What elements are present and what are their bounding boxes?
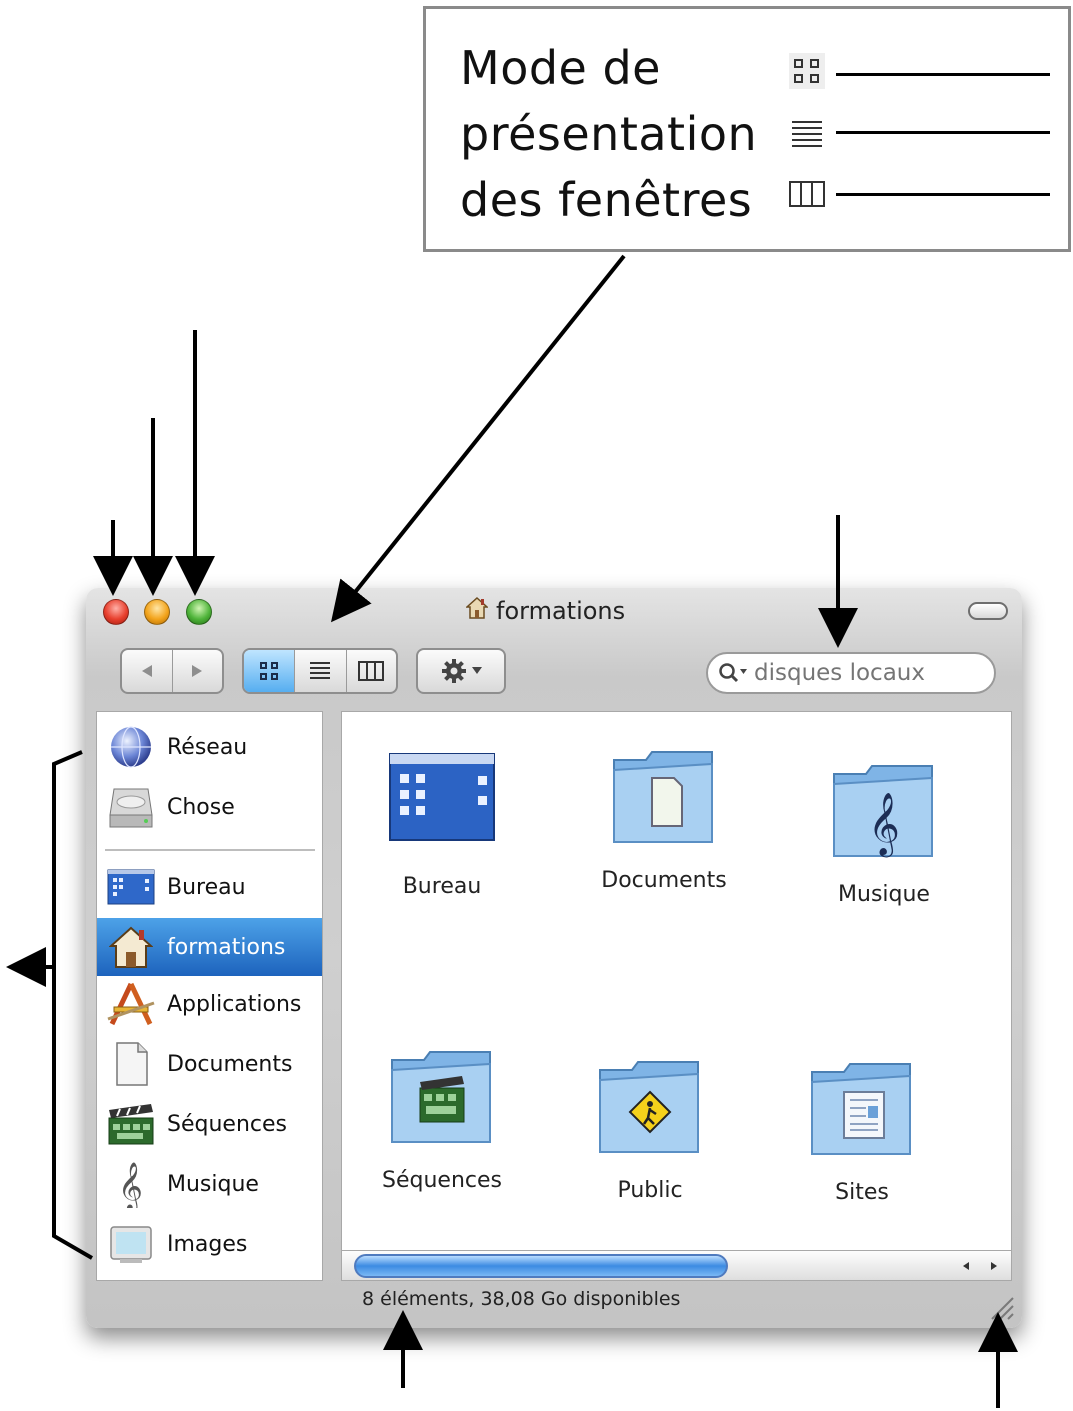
applications-icon	[105, 978, 157, 1030]
hard-drive-icon	[105, 781, 157, 833]
column-view-icon	[358, 661, 385, 681]
zoom-button[interactable]	[186, 599, 212, 625]
back-forward-control	[120, 648, 224, 694]
folder-item-label: Musique	[838, 882, 930, 907]
sidebar-item-documents[interactable]: Documents	[97, 1035, 322, 1093]
search-input[interactable]	[754, 660, 984, 686]
icon-view-icon	[787, 51, 827, 91]
folder-item-public[interactable]: Public	[570, 1052, 730, 1203]
desktop-folder-icon	[386, 748, 498, 860]
legend-title: Mode de présentation des fenêtres	[460, 35, 757, 233]
desktop-icon	[105, 861, 157, 913]
sidebar-item-label: Séquences	[167, 1111, 287, 1137]
sidebar-item-music[interactable]: 𝄞 Musique	[97, 1155, 322, 1213]
svg-text:𝄞: 𝄞	[868, 792, 900, 858]
back-arrow-icon	[141, 665, 152, 677]
sidebar-item-label: Images	[167, 1231, 248, 1257]
scrollbar-thumb[interactable]	[354, 1254, 728, 1278]
sidebar-item-disk[interactable]: Chose	[97, 778, 322, 836]
resize-grip[interactable]	[988, 1294, 1014, 1320]
sidebar-item-pictures[interactable]: Images	[97, 1215, 322, 1273]
sidebar-item-home[interactable]: formations	[97, 918, 322, 976]
folder-item-sites[interactable]: Sites	[782, 1054, 942, 1205]
music-folder-icon: 𝄞	[828, 756, 940, 868]
documents-folder-icon	[608, 742, 720, 854]
sidebar-item-applications[interactable]: Applications	[97, 975, 322, 1033]
chevron-down-icon	[472, 667, 482, 674]
search-field	[706, 652, 996, 694]
sidebar-divider	[105, 849, 315, 851]
home-icon	[465, 596, 489, 626]
folder-item-sequences[interactable]: Séquences	[362, 1042, 522, 1193]
sidebar-item-movies[interactable]: Séquences	[97, 1095, 322, 1153]
gear-icon	[442, 659, 466, 683]
folder-item-label: Sites	[835, 1180, 889, 1205]
finder-window: formations disques locaux Réseau Chose B…	[86, 588, 1022, 1328]
action-menu-button[interactable]	[416, 648, 506, 694]
legend-pointer-line	[836, 131, 1050, 134]
list-view-button[interactable]	[295, 650, 347, 692]
status-bar-text: 8 éléments, 38,08 Go disponibles	[362, 1288, 681, 1310]
legend-title-line-2: présentation	[460, 107, 758, 161]
sidebar-item-label: Applications	[167, 991, 302, 1017]
folder-item-documents[interactable]: Documents	[584, 742, 744, 893]
sidebar: Réseau Chose Bureau formations Applicati…	[96, 711, 323, 1281]
window-title: formations	[465, 596, 626, 626]
window-title-text: formations	[496, 597, 626, 625]
legend-pointer-line	[836, 73, 1050, 76]
sidebar-item-network[interactable]: Réseau	[97, 718, 322, 776]
folder-item-music[interactable]: 𝄞 Musique	[804, 756, 964, 907]
sites-folder-icon	[806, 1054, 918, 1166]
forward-arrow-icon	[192, 665, 203, 677]
sidebar-item-label: formations	[167, 934, 286, 960]
search-icon	[719, 663, 747, 683]
folder-item-label: Bureau	[402, 874, 482, 899]
folder-item-label: Documents	[601, 868, 727, 893]
resize-grip-icon	[991, 1297, 1014, 1320]
forward-button[interactable]	[173, 650, 223, 692]
folder-item-label: Public	[617, 1178, 683, 1203]
sidebar-item-label: Musique	[167, 1171, 259, 1197]
movies-folder-icon	[386, 1042, 498, 1154]
sidebar-item-desktop[interactable]: Bureau	[97, 858, 322, 916]
toolbar-toggle-button[interactable]	[968, 602, 1008, 620]
svg-text:𝄞: 𝄞	[118, 1161, 143, 1208]
sidebar-item-label: Bureau	[167, 874, 246, 900]
network-globe-icon	[105, 721, 157, 773]
back-button[interactable]	[122, 650, 173, 692]
movie-clapper-icon	[105, 1098, 157, 1150]
right-arrow-icon	[991, 1262, 997, 1270]
sidebar-item-label: Documents	[167, 1051, 293, 1077]
folder-item-bureau[interactable]: Bureau	[362, 748, 522, 899]
public-folder-icon	[594, 1052, 706, 1164]
home-icon	[105, 921, 157, 973]
left-arrow-icon	[963, 1262, 969, 1270]
document-icon	[105, 1038, 157, 1090]
action-menu-content	[418, 650, 504, 692]
horizontal-scrollbar[interactable]	[341, 1251, 1012, 1281]
file-browser-content: Bureau Documents 𝄞 Musique Séquences Pub…	[341, 711, 1012, 1251]
icon-view-icon	[260, 662, 279, 680]
icon-view-button[interactable]	[244, 650, 296, 692]
list-view-icon	[787, 113, 827, 153]
list-view-icon	[310, 662, 331, 679]
music-clef-icon: 𝄞	[105, 1158, 157, 1210]
column-view-icon	[787, 174, 827, 214]
view-mode-control	[242, 648, 398, 694]
sidebar-item-label: Réseau	[167, 734, 248, 760]
column-view-button[interactable]	[347, 650, 396, 692]
close-button[interactable]	[103, 599, 129, 625]
legend-title-line-1: Mode de	[460, 41, 661, 95]
scroll-left-button[interactable]	[953, 1254, 979, 1278]
legend-pointer-line	[836, 193, 1050, 196]
view-mode-legend: Mode de présentation des fenêtres	[423, 6, 1071, 252]
view-mode-arrow	[331, 254, 626, 623]
legend-title-line-3: des fenêtres	[460, 173, 753, 227]
folder-item-label: Séquences	[382, 1168, 502, 1193]
picture-icon	[105, 1218, 157, 1270]
sidebar-item-label: Chose	[167, 794, 235, 820]
scroll-right-button[interactable]	[981, 1254, 1007, 1278]
minimize-button[interactable]	[144, 599, 170, 625]
